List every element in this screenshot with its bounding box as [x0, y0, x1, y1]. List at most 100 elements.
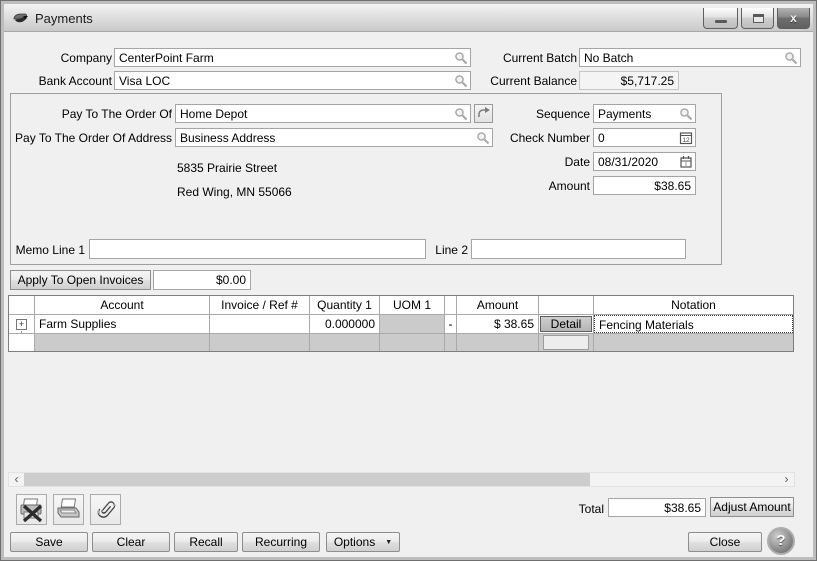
sequence-lookup-icon[interactable] [679, 107, 693, 121]
apply-amount-field: $0.00 [153, 270, 251, 290]
printer-icon [54, 495, 83, 524]
apply-open-invoices-button[interactable]: Apply To Open Invoices [10, 270, 151, 290]
close-button[interactable]: Close [688, 532, 762, 552]
address-line-2: Red Wing, MN 55066 [177, 185, 292, 199]
row-dotted-line [21, 331, 22, 333]
notation-value: Fencing Materials [594, 315, 793, 333]
options-label: Options [334, 535, 375, 549]
address-line-1: 5835 Prairie Street [177, 161, 277, 175]
close-icon: x [778, 11, 809, 25]
adjust-amount-button[interactable]: Adjust Amount [710, 497, 794, 517]
current-batch-field[interactable]: No Batch [579, 48, 801, 67]
scroll-left-icon[interactable]: ‹ [9, 473, 24, 486]
bank-account-label: Bank Account [39, 72, 112, 90]
options-button[interactable]: Options ▼ [326, 532, 400, 552]
pay-to-lookup-icon[interactable] [454, 107, 468, 121]
header-quantity: Quantity 1 [309, 296, 379, 314]
current-batch-lookup-icon[interactable] [784, 51, 798, 65]
amount-cell[interactable]: $ 38.65 [456, 315, 538, 333]
check-number-value: 0 [598, 131, 605, 145]
recurring-button[interactable]: Recurring [242, 532, 320, 552]
pay-to-address-label: Pay To The Order Of Address [15, 129, 172, 147]
check-number-field[interactable]: 0 12 [593, 128, 696, 147]
date-label: Date [565, 153, 590, 171]
invoice-cell [209, 334, 309, 351]
pay-to-field[interactable]: Home Depot [175, 104, 471, 123]
current-balance-label: Current Balance [490, 72, 577, 90]
amount-field[interactable]: $38.65 [593, 176, 696, 195]
memo-line1-label: Memo Line 1 [16, 241, 85, 259]
window-title: Payments [35, 11, 93, 26]
company-lookup-icon[interactable] [454, 51, 468, 65]
minimize-icon [715, 20, 727, 23]
header-uom: UOM 1 [379, 296, 444, 314]
clear-button[interactable]: Clear [92, 532, 170, 552]
paperclip-icon [91, 495, 120, 524]
bank-account-lookup-icon[interactable] [454, 74, 468, 88]
uom-cell [379, 334, 444, 351]
account-cell [34, 334, 209, 351]
expand-row-icon[interactable]: + [16, 319, 27, 330]
current-balance-field: $5,717.25 [579, 71, 679, 90]
detail-button[interactable]: Detail [540, 316, 592, 332]
grid-header-row: Account Invoice / Ref # Quantity 1 UOM 1… [9, 296, 793, 314]
curved-arrow-icon [475, 105, 492, 122]
current-batch-label: Current Batch [503, 49, 577, 67]
bank-account-field[interactable]: Visa LOC [114, 71, 471, 90]
memo-line2-field[interactable] [471, 239, 686, 259]
table-row-empty [9, 333, 793, 351]
attachments-button[interactable] [90, 494, 121, 525]
quantity-cell[interactable]: 0.000000 [309, 315, 379, 333]
bank-account-value: Visa LOC [119, 74, 170, 88]
pay-to-label: Pay To The Order Of [62, 105, 172, 123]
sequence-label: Sequence [536, 105, 590, 123]
save-button[interactable]: Save [10, 532, 88, 552]
pay-to-address-value: Business Address [180, 131, 275, 145]
header-notation: Notation [593, 296, 793, 314]
header-detail [538, 296, 593, 314]
header-invoice: Invoice / Ref # [209, 296, 309, 314]
company-field[interactable]: CenterPoint Farm [114, 48, 471, 67]
pay-to-address-lookup-icon[interactable] [476, 131, 490, 145]
date-field[interactable]: 08/31/2020 [593, 152, 696, 171]
amount-label: Amount [549, 177, 590, 195]
notation-cell [593, 334, 793, 351]
dash-cell: - [444, 315, 456, 333]
row-header-cell[interactable] [9, 334, 34, 351]
print-button[interactable] [53, 494, 84, 525]
current-batch-value: No Batch [584, 51, 633, 65]
minimize-button[interactable] [703, 8, 738, 29]
horizontal-scrollbar[interactable]: ‹ › [8, 472, 795, 487]
scrollbar-thumb[interactable] [24, 473, 590, 486]
pay-to-value: Home Depot [180, 107, 247, 121]
payments-window: Payments x Company CenterPoint Farm Curr… [0, 0, 817, 561]
open-payee-button[interactable] [474, 104, 493, 123]
account-cell[interactable]: Farm Supplies [34, 315, 209, 333]
check-number-label: Check Number [510, 129, 590, 147]
header-account: Account [34, 296, 209, 314]
dropdown-arrow-icon: ▼ [385, 534, 392, 552]
sequence-value: Payments [598, 107, 651, 121]
company-value: CenterPoint Farm [119, 51, 214, 65]
detail-cell [538, 334, 593, 351]
invoice-cell[interactable] [209, 315, 309, 333]
payments-hand-icon [12, 10, 29, 27]
sequence-field[interactable]: Payments [593, 104, 696, 123]
notation-cell[interactable]: Fencing Materials [593, 315, 793, 333]
restore-icon [753, 14, 764, 23]
next-number-icon[interactable]: 12 [679, 131, 693, 145]
title-bar: Payments x [4, 4, 813, 32]
print-disabled-button[interactable] [16, 494, 47, 525]
restore-button[interactable] [741, 8, 774, 29]
recall-button[interactable]: Recall [174, 532, 238, 552]
calendar-icon[interactable] [679, 155, 693, 169]
pay-to-address-field[interactable]: Business Address [175, 128, 493, 147]
transaction-grid: Account Invoice / Ref # Quantity 1 UOM 1… [8, 295, 794, 352]
scroll-right-icon[interactable]: › [779, 473, 794, 486]
memo-line1-field[interactable] [89, 239, 426, 259]
help-button[interactable]: ? [767, 527, 795, 555]
detail-button-empty [543, 335, 589, 350]
quantity-cell [309, 334, 379, 351]
close-window-button[interactable]: x [777, 8, 810, 29]
row-header-cell[interactable]: + [9, 315, 34, 333]
